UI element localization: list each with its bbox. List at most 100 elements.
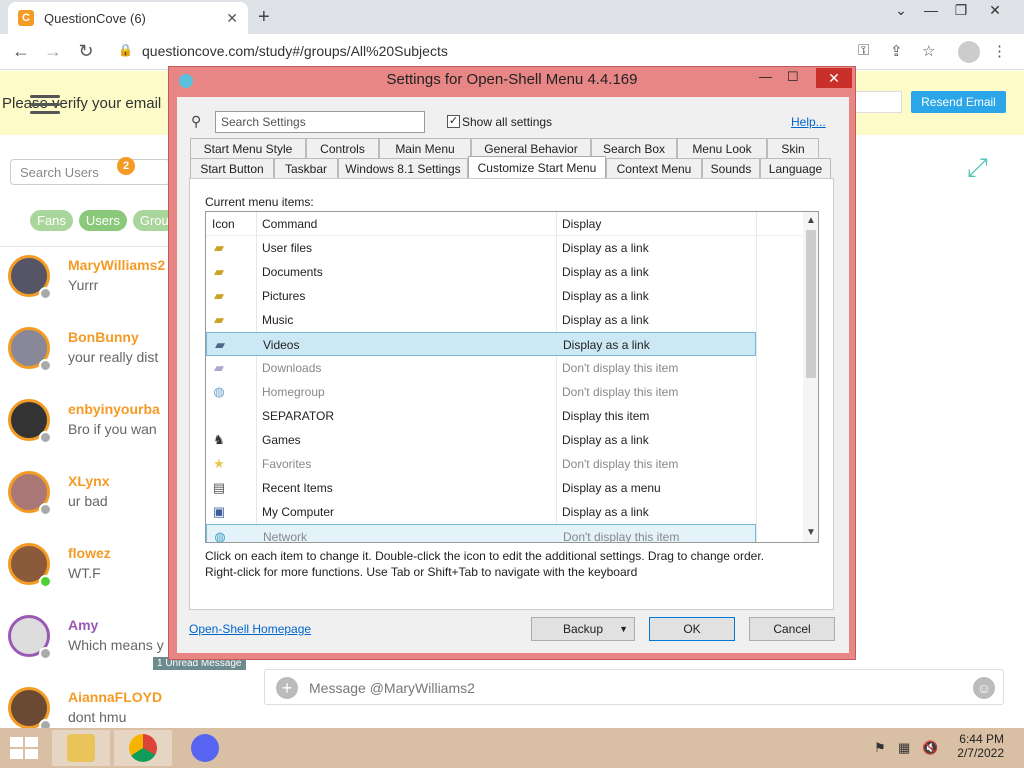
videos-icon[interactable]: ▰ [212, 337, 228, 353]
tab-sounds[interactable]: Sounds [702, 158, 760, 178]
restore-icon[interactable]: ❐ [946, 2, 976, 19]
message-input[interactable]: Message @MaryWilliams2 [309, 680, 475, 696]
column-icon[interactable]: Icon [212, 217, 235, 231]
list-item[interactable]: ▰ Music Display as a link [206, 308, 756, 332]
recent-items-icon[interactable]: ▤ [211, 480, 227, 496]
list-item[interactable]: ▰ Pictures Display as a link [206, 284, 756, 308]
system-clock[interactable]: 6:44 PM 2/7/2022 [956, 732, 1004, 760]
list-item[interactable]: ▣ My Computer Display as a link [206, 500, 756, 524]
network-tray-icon[interactable]: ▦ [898, 740, 910, 756]
list-item[interactable]: ▤ Recent Items Display as a menu [206, 476, 756, 500]
back-icon[interactable]: ← [10, 41, 32, 62]
list-item[interactable]: ♞ Games Display as a link [206, 428, 756, 452]
key-icon[interactable]: ⚿ [858, 42, 869, 59]
user-name: XLynx [68, 473, 110, 489]
tab-start-button[interactable]: Start Button [190, 158, 274, 178]
status-dot [39, 647, 52, 660]
list-scrollbar[interactable]: ▲ ▼ [803, 212, 818, 542]
item-display: Display this item [562, 409, 650, 423]
list-item-selected[interactable]: ▰ Videos Display as a link [206, 332, 756, 356]
browser-tab[interactable]: C QuestionCove (6) ✕ [8, 2, 248, 34]
music-icon[interactable]: ▰ [211, 312, 227, 328]
reload-icon[interactable]: ↻ [75, 41, 97, 62]
tab-language[interactable]: Language [760, 158, 831, 178]
tab-close-icon[interactable]: ✕ [226, 10, 238, 27]
network-icon[interactable]: ◍ [212, 529, 228, 542]
share-icon[interactable]: ⇪ [890, 42, 903, 60]
column-command[interactable]: Command [262, 217, 317, 231]
computer-icon[interactable]: ▣ [211, 504, 227, 520]
tab-start-menu-style[interactable]: Start Menu Style [190, 138, 306, 158]
list-item[interactable]: ▰ User files Display as a link [206, 236, 756, 260]
search-users-input[interactable]: Search Users [10, 159, 170, 185]
user-folder-icon[interactable]: ▰ [211, 240, 227, 256]
tab-controls[interactable]: Controls [306, 138, 379, 158]
list-item[interactable]: ▰ Documents Display as a link [206, 260, 756, 284]
chrome-button[interactable] [114, 730, 172, 766]
downloads-icon[interactable]: ▰ [211, 360, 227, 376]
item-display: Don't display this item [562, 385, 679, 399]
separator-blank-icon[interactable] [211, 408, 227, 424]
tab-taskbar[interactable]: Taskbar [274, 158, 338, 178]
chevron-down-icon[interactable]: ⌄ [886, 2, 916, 19]
tab-windows-8-1-settings[interactable]: Windows 8.1 Settings [338, 158, 468, 178]
star-icon[interactable]: ☆ [922, 42, 935, 60]
filter-fans[interactable]: Fans [30, 210, 73, 231]
emoji-icon[interactable]: ☺ [973, 677, 995, 699]
message-composer[interactable]: + Message @MaryWilliams2 ☺ [264, 669, 1004, 705]
tab-search-box[interactable]: Search Box [591, 138, 677, 158]
dialog-close-button[interactable]: ✕ [816, 68, 852, 88]
maximize-icon[interactable]: ☐ [787, 69, 799, 85]
documents-icon[interactable]: ▰ [211, 264, 227, 280]
file-explorer-button[interactable] [52, 730, 110, 766]
email-input[interactable] [850, 91, 902, 113]
expand-icon[interactable]: ⤢ [967, 152, 988, 184]
list-item[interactable]: ★ Favorites Don't display this item [206, 452, 756, 476]
tab-main-menu[interactable]: Main Menu [379, 138, 471, 158]
scroll-thumb[interactable] [806, 230, 816, 378]
filter-users[interactable]: Users [78, 210, 127, 231]
profile-icon[interactable] [958, 41, 980, 63]
lock-icon[interactable]: 🔒 [118, 43, 133, 57]
search-settings-input[interactable]: Search Settings [215, 111, 425, 133]
add-attachment-icon[interactable]: + [276, 677, 298, 699]
menu-items-list[interactable]: Icon Command Display ▰ User files Displa… [205, 211, 819, 543]
discord-button[interactable] [176, 730, 234, 766]
pictures-icon[interactable]: ▰ [211, 288, 227, 304]
cancel-button[interactable]: Cancel [749, 617, 835, 641]
hamburger-menu-icon[interactable] [30, 95, 60, 119]
action-center-flag-icon[interactable]: ⚑ [874, 740, 886, 756]
column-display[interactable]: Display [562, 217, 601, 231]
list-item[interactable]: ◍ Homegroup Don't display this item [206, 380, 756, 404]
backup-button[interactable]: Backup ▼ [531, 617, 635, 641]
games-icon[interactable]: ♞ [211, 432, 227, 448]
minimize-icon[interactable]: — [916, 2, 946, 18]
scroll-down-icon[interactable]: ▼ [806, 527, 816, 538]
tab-menu-look[interactable]: Menu Look [677, 138, 767, 158]
help-link[interactable]: Help... [791, 115, 826, 129]
tab-context-menu[interactable]: Context Menu [606, 158, 702, 178]
notification-badge[interactable]: 2 [117, 157, 135, 175]
open-shell-homepage-link[interactable]: Open-Shell Homepage [189, 622, 311, 636]
list-item[interactable]: SEPARATOR Display this item [206, 404, 756, 428]
tab-customize-start-menu[interactable]: Customize Start Menu [468, 156, 606, 178]
scroll-up-icon[interactable]: ▲ [806, 215, 816, 226]
minimize-icon[interactable]: — [759, 69, 772, 84]
windows-start-icon[interactable] [10, 737, 38, 759]
menu-kebab-icon[interactable]: ⋮ [992, 42, 1007, 60]
list-item[interactable]: ◍ Network Don't display this item [206, 524, 756, 542]
favorites-icon[interactable]: ★ [211, 456, 227, 472]
address-bar[interactable]: questioncove.com/study#/groups/All%20Sub… [142, 43, 448, 59]
volume-muted-icon[interactable]: 🔇 [922, 740, 938, 756]
item-display: Don't display this item [562, 457, 679, 471]
homegroup-icon[interactable]: ◍ [211, 384, 227, 400]
tab-general-behavior[interactable]: General Behavior [471, 138, 591, 158]
forward-icon[interactable]: → [42, 41, 64, 62]
resend-email-button[interactable]: Resend Email [911, 91, 1006, 113]
ok-button[interactable]: OK [649, 617, 735, 641]
new-tab-icon[interactable]: + [258, 6, 270, 29]
close-icon[interactable]: ✕ [980, 2, 1010, 19]
list-item[interactable]: ▰ Downloads Don't display this item [206, 356, 756, 380]
show-all-settings-checkbox[interactable]: ✓ [447, 115, 460, 128]
tab-skin[interactable]: Skin [767, 138, 819, 158]
